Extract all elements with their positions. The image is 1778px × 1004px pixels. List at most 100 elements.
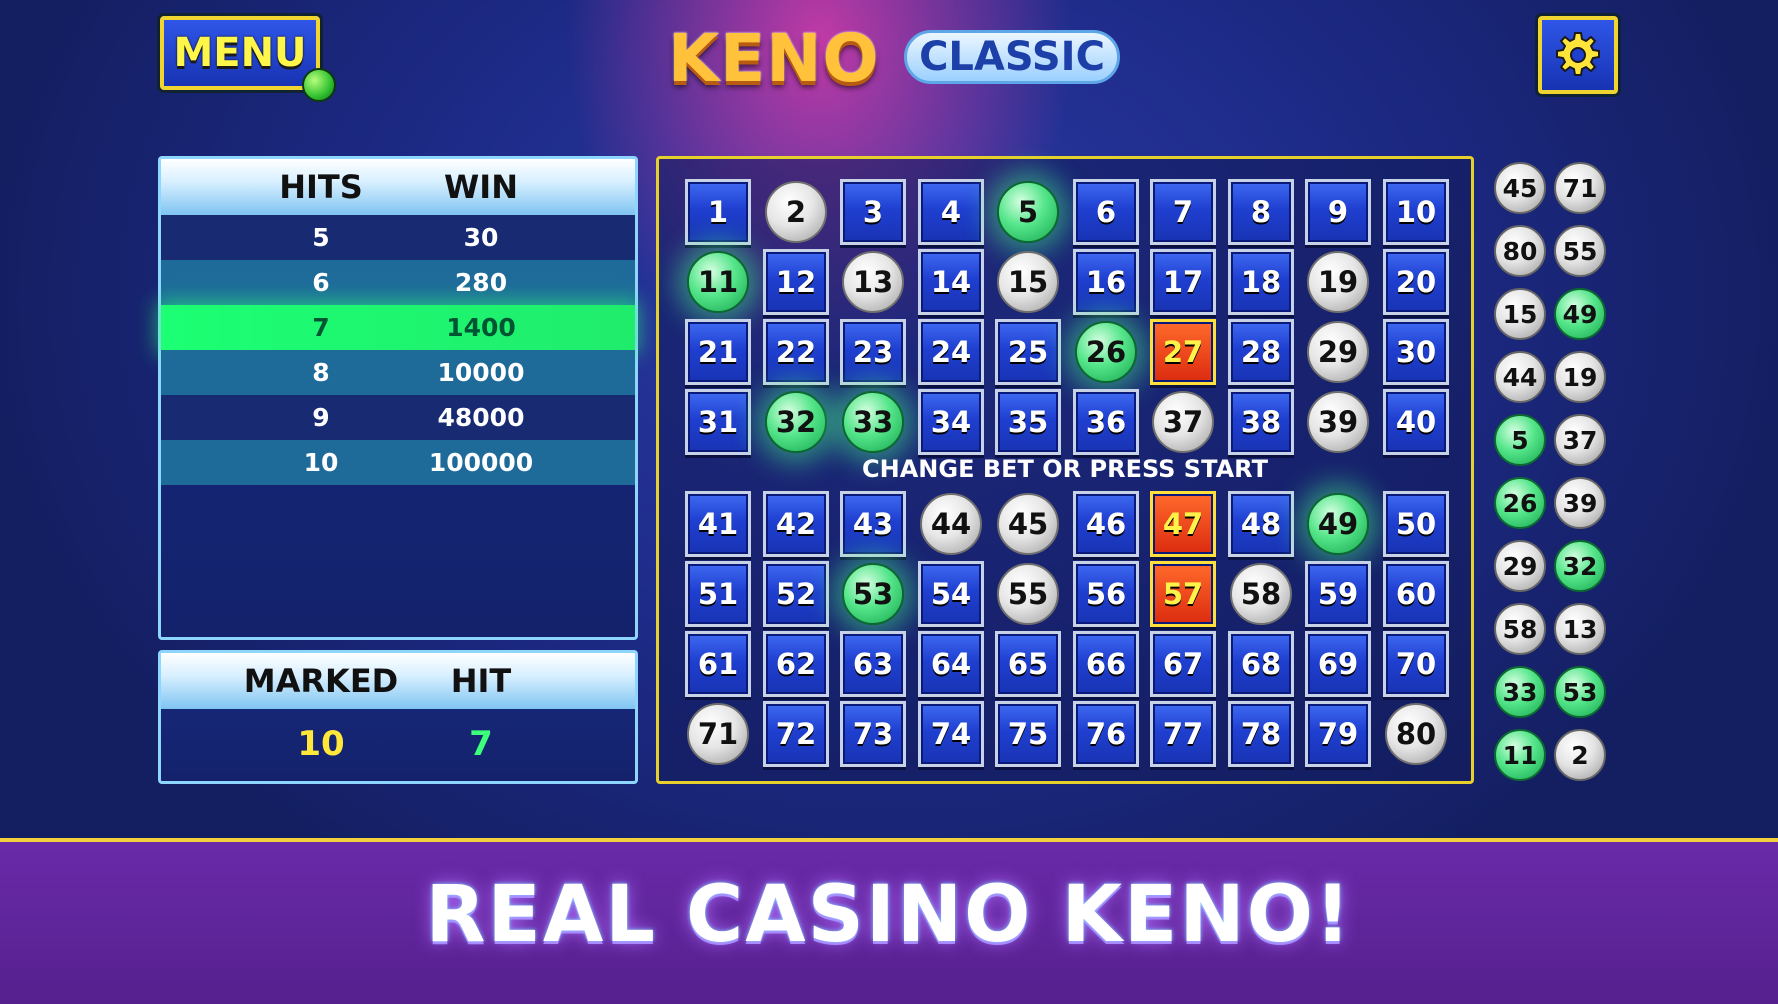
number-tile[interactable]: 10 bbox=[1383, 179, 1449, 245]
paytable-hits: 9 bbox=[312, 403, 330, 432]
number-tile[interactable]: 31 bbox=[685, 389, 751, 455]
number-tile[interactable]: 62 bbox=[763, 631, 829, 697]
number-tile[interactable]: 60 bbox=[1383, 561, 1449, 627]
number-tile[interactable]: 65 bbox=[995, 631, 1061, 697]
number-tile[interactable]: 61 bbox=[685, 631, 751, 697]
paytable-row: 8 10000 bbox=[161, 350, 635, 395]
number-ball-hit[interactable]: 5 bbox=[997, 181, 1059, 243]
drawn-ball-hit: 49 bbox=[1554, 288, 1606, 340]
number-ball-drawn[interactable]: 58 bbox=[1230, 563, 1292, 625]
number-tile[interactable]: 21 bbox=[685, 319, 751, 385]
number-ball-hit[interactable]: 49 bbox=[1307, 493, 1369, 555]
number-tile[interactable]: 35 bbox=[995, 389, 1061, 455]
number-ball-hit[interactable]: 32 bbox=[765, 391, 827, 453]
number-tile[interactable]: 43 bbox=[840, 491, 906, 557]
number-tile[interactable]: 1 bbox=[685, 179, 751, 245]
number-tile[interactable]: 50 bbox=[1383, 491, 1449, 557]
number-tile[interactable]: 17 bbox=[1150, 249, 1216, 315]
number-tile[interactable]: 52 bbox=[763, 561, 829, 627]
number-ball-hit[interactable]: 33 bbox=[842, 391, 904, 453]
number-tile[interactable]: 67 bbox=[1150, 631, 1216, 697]
number-tile[interactable]: 63 bbox=[840, 631, 906, 697]
drawn-ball-hit: 5 bbox=[1494, 414, 1546, 466]
number-tile[interactable]: 73 bbox=[840, 701, 906, 767]
number-tile[interactable]: 8 bbox=[1228, 179, 1294, 245]
stats-panel: MARKED HIT 10 7 bbox=[158, 650, 638, 784]
number-tile[interactable]: 23 bbox=[840, 319, 906, 385]
number-tile[interactable]: 4 bbox=[918, 179, 984, 245]
menu-button[interactable]: MENU bbox=[160, 16, 320, 90]
number-ball-drawn[interactable]: 71 bbox=[687, 703, 749, 765]
number-tile[interactable]: 56 bbox=[1073, 561, 1139, 627]
number-tile[interactable]: 18 bbox=[1228, 249, 1294, 315]
number-ball-drawn[interactable]: 44 bbox=[920, 493, 982, 555]
number-tile[interactable]: 42 bbox=[763, 491, 829, 557]
paytable-win-header: WIN bbox=[444, 168, 518, 206]
number-ball-drawn[interactable]: 29 bbox=[1307, 321, 1369, 383]
number-tile[interactable]: 36 bbox=[1073, 389, 1139, 455]
number-tile[interactable]: 68 bbox=[1228, 631, 1294, 697]
number-tile[interactable]: 77 bbox=[1150, 701, 1216, 767]
number-tile[interactable]: 28 bbox=[1228, 319, 1294, 385]
number-tile[interactable]: 51 bbox=[685, 561, 751, 627]
number-tile[interactable]: 72 bbox=[763, 701, 829, 767]
number-tile[interactable]: 9 bbox=[1305, 179, 1371, 245]
number-tile[interactable]: 3 bbox=[840, 179, 906, 245]
paytable-hits: 8 bbox=[312, 358, 330, 387]
number-ball-drawn[interactable]: 55 bbox=[997, 563, 1059, 625]
number-tile[interactable]: 24 bbox=[918, 319, 984, 385]
paytable-win: 1400 bbox=[446, 313, 516, 342]
number-tile[interactable]: 41 bbox=[685, 491, 751, 557]
number-tile[interactable]: 59 bbox=[1305, 561, 1371, 627]
paytable-panel: HITS WIN 5 30 6 280 7 1400 8 10000 9 480… bbox=[158, 156, 638, 640]
stats-header: MARKED HIT bbox=[161, 653, 635, 709]
drawn-ball: 37 bbox=[1554, 414, 1606, 466]
settings-button[interactable] bbox=[1538, 16, 1618, 94]
number-tile[interactable]: 6 bbox=[1073, 179, 1139, 245]
number-ball-hit[interactable]: 11 bbox=[687, 251, 749, 313]
number-tile[interactable]: 66 bbox=[1073, 631, 1139, 697]
number-ball-drawn[interactable]: 13 bbox=[842, 251, 904, 313]
number-tile[interactable]: 78 bbox=[1228, 701, 1294, 767]
number-tile[interactable]: 70 bbox=[1383, 631, 1449, 697]
drawn-ball-hit: 53 bbox=[1554, 666, 1606, 718]
number-tile[interactable]: 38 bbox=[1228, 389, 1294, 455]
paytable-win: 48000 bbox=[437, 403, 525, 432]
paytable-hits: 6 bbox=[312, 268, 330, 297]
board-message: CHANGE BET OR PRESS START bbox=[862, 455, 1268, 483]
number-ball-drawn[interactable]: 45 bbox=[997, 493, 1059, 555]
number-ball-drawn[interactable]: 15 bbox=[997, 251, 1059, 313]
number-tile[interactable]: 30 bbox=[1383, 319, 1449, 385]
drawn-ball: 39 bbox=[1554, 477, 1606, 529]
number-tile[interactable]: 75 bbox=[995, 701, 1061, 767]
number-tile[interactable]: 20 bbox=[1383, 249, 1449, 315]
number-tile[interactable]: 16 bbox=[1073, 249, 1139, 315]
number-tile[interactable]: 34 bbox=[918, 389, 984, 455]
number-tile[interactable]: 40 bbox=[1383, 389, 1449, 455]
number-tile[interactable]: 74 bbox=[918, 701, 984, 767]
number-tile-marked[interactable]: 57 bbox=[1150, 561, 1216, 627]
number-tile[interactable]: 14 bbox=[918, 249, 984, 315]
number-tile[interactable]: 79 bbox=[1305, 701, 1371, 767]
number-tile[interactable]: 46 bbox=[1073, 491, 1139, 557]
number-ball-drawn[interactable]: 37 bbox=[1152, 391, 1214, 453]
number-tile[interactable]: 22 bbox=[763, 319, 829, 385]
number-tile-marked[interactable]: 47 bbox=[1150, 491, 1216, 557]
number-ball-drawn[interactable]: 2 bbox=[765, 181, 827, 243]
number-tile[interactable]: 48 bbox=[1228, 491, 1294, 557]
number-ball-drawn[interactable]: 39 bbox=[1307, 391, 1369, 453]
number-tile[interactable]: 12 bbox=[763, 249, 829, 315]
number-tile[interactable]: 7 bbox=[1150, 179, 1216, 245]
number-ball-hit[interactable]: 53 bbox=[842, 563, 904, 625]
drawn-ball: 45 bbox=[1494, 162, 1546, 214]
number-tile[interactable]: 64 bbox=[918, 631, 984, 697]
number-tile[interactable]: 25 bbox=[995, 319, 1061, 385]
number-tile[interactable]: 76 bbox=[1073, 701, 1139, 767]
number-tile-marked[interactable]: 27 bbox=[1150, 319, 1216, 385]
number-ball-drawn[interactable]: 19 bbox=[1307, 251, 1369, 313]
number-tile[interactable]: 54 bbox=[918, 561, 984, 627]
number-ball-drawn[interactable]: 80 bbox=[1385, 703, 1447, 765]
number-ball-hit[interactable]: 26 bbox=[1075, 321, 1137, 383]
number-tile[interactable]: 69 bbox=[1305, 631, 1371, 697]
hit-label: HIT bbox=[450, 662, 512, 700]
